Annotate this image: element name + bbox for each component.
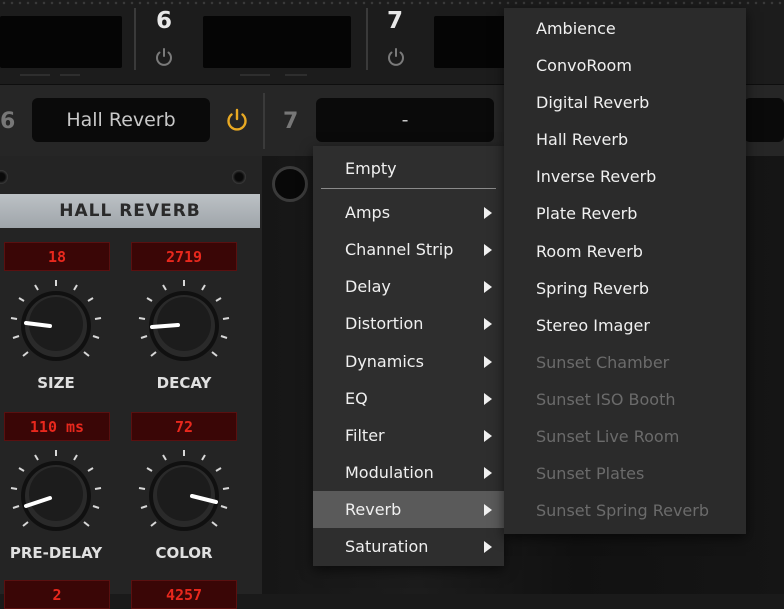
color-knob[interactable] [134, 446, 234, 546]
color-label: COLOR [155, 544, 213, 562]
pre-delay-label: PRE-DELAY [9, 544, 103, 562]
size-knob[interactable] [6, 276, 106, 376]
chevron-right-icon [484, 430, 492, 442]
decor-line [240, 74, 270, 76]
chevron-right-icon [484, 541, 492, 553]
menu-separator [321, 188, 496, 189]
size-label: SIZE [37, 374, 75, 392]
submenu-item-room-reverb[interactable]: Room Reverb [504, 233, 746, 270]
top-slot-number: 7 [387, 8, 404, 34]
decor-line [20, 74, 50, 76]
menu-item-saturation[interactable]: Saturation [313, 528, 504, 565]
top-slot-screen[interactable] [434, 16, 514, 68]
submenu-item-ambience[interactable]: Ambience [504, 10, 746, 47]
submenu-item-inverse-reverb[interactable]: Inverse Reverb [504, 158, 746, 195]
rack-jack [272, 166, 308, 202]
menu-item-label: Dynamics [345, 352, 424, 371]
plugin-category-menu: Empty Amps Channel Strip Delay Distortio… [313, 146, 504, 566]
top-divider [366, 8, 368, 70]
menu-item-eq[interactable]: EQ [313, 380, 504, 417]
submenu-item-plate-reverb[interactable]: Plate Reverb [504, 195, 746, 232]
menu-item-modulation[interactable]: Modulation [313, 454, 504, 491]
submenu-item-hall-reverb[interactable]: Hall Reverb [504, 121, 746, 158]
menu-item-label: Delay [345, 277, 391, 296]
plugin-title: HALL REVERB [0, 194, 260, 228]
submenu-item-sunset-iso-booth: Sunset ISO Booth [536, 390, 676, 409]
readout: 4257 [131, 580, 237, 609]
chevron-right-icon [484, 244, 492, 256]
screw [232, 170, 246, 184]
menu-item-label: Amps [345, 203, 391, 222]
chevron-right-icon [484, 393, 492, 405]
chevron-right-icon [484, 356, 492, 368]
power-icon[interactable] [385, 46, 407, 68]
chevron-right-icon [484, 467, 492, 479]
menu-item-reverb[interactable]: Reverb [313, 491, 504, 528]
menu-item-label: Distortion [345, 314, 424, 333]
menu-item-channel-strip[interactable]: Channel Strip [313, 231, 504, 268]
submenu-item-sunset-plates: Sunset Plates [536, 464, 645, 483]
menu-item-filter[interactable]: Filter [313, 417, 504, 454]
menu-item-label: Channel Strip [345, 240, 454, 259]
top-slot-number: 6 [156, 8, 173, 34]
vent-dots [0, 0, 784, 6]
submenu-item-sunset-chamber: Sunset Chamber [536, 353, 670, 372]
menu-item-dynamics[interactable]: Dynamics [313, 343, 504, 380]
decay-knob[interactable] [134, 276, 234, 376]
submenu-item-sunset-spring-reverb: Sunset Spring Reverb [536, 501, 709, 520]
top-divider [134, 8, 136, 70]
top-slot-screen[interactable] [203, 16, 351, 68]
submenu-item-sunset-live-room: Sunset Live Room [536, 427, 680, 446]
menu-item-empty[interactable]: Empty [313, 150, 504, 187]
submenu-item-digital-reverb[interactable]: Digital Reverb [504, 84, 746, 121]
readout: 2 [4, 580, 110, 609]
screw [0, 170, 8, 184]
submenu-item-spring-reverb[interactable]: Spring Reverb [504, 270, 746, 307]
decay-label: DECAY [156, 374, 212, 392]
chevron-right-icon [484, 281, 492, 293]
menu-item-label: Reverb [345, 500, 402, 519]
submenu-item-convoroom[interactable]: ConvoRoom [504, 47, 746, 84]
menu-item-label: EQ [345, 389, 368, 408]
pre-delay-knob[interactable] [6, 446, 106, 546]
chevron-right-icon [484, 207, 492, 219]
chevron-right-icon [484, 318, 492, 330]
menu-item-label: Saturation [345, 537, 429, 556]
decor-line [285, 74, 307, 76]
reverb-submenu: Ambience ConvoRoom Digital Reverb Hall R… [504, 8, 746, 534]
slot-number: 7 [283, 109, 299, 134]
power-icon-active[interactable] [224, 107, 250, 133]
slot-number: 6 [0, 109, 16, 134]
preset-display[interactable] [744, 98, 784, 142]
preset-display-empty[interactable]: - [316, 98, 494, 142]
pre-delay-readout: 110 ms [4, 412, 110, 441]
color-readout: 72 [131, 412, 237, 441]
size-readout: 18 [4, 242, 110, 271]
decay-readout: 2719 [131, 242, 237, 271]
slot-divider [263, 93, 265, 149]
menu-item-distortion[interactable]: Distortion [313, 305, 504, 342]
menu-item-label: Filter [345, 426, 385, 445]
preset-display-hall-reverb[interactable]: Hall Reverb [32, 98, 210, 142]
hall-reverb-plugin: HALL REVERB 18 2719 SIZE DECAY 110 ms 72 [0, 156, 262, 609]
power-icon[interactable] [153, 46, 175, 68]
menu-item-label: Modulation [345, 463, 434, 482]
submenu-item-stereo-imager[interactable]: Stereo Imager [504, 307, 746, 344]
decor-line [60, 74, 80, 76]
menu-item-delay[interactable]: Delay [313, 268, 504, 305]
chevron-right-icon [484, 504, 492, 516]
top-slot-screen[interactable] [0, 16, 122, 68]
menu-item-amps[interactable]: Amps [313, 194, 504, 231]
